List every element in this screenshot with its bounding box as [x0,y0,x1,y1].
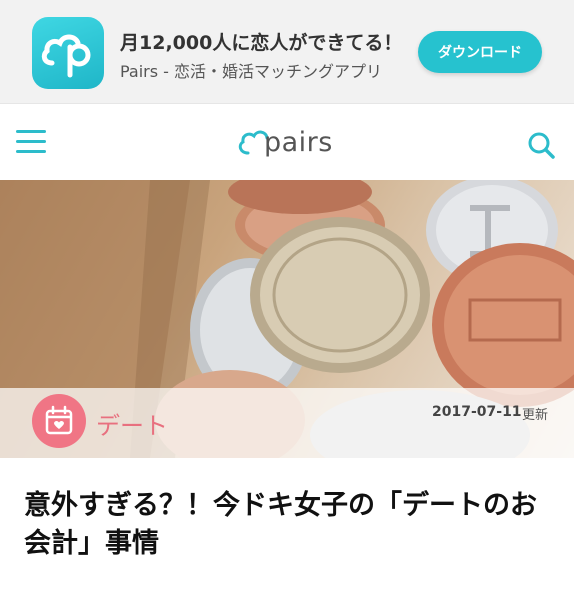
pairs-app-icon[interactable] [32,17,104,89]
download-button[interactable]: ダウンロード [418,31,542,73]
banner-app-name: Pairs - 恋活・婚活マッチングアプリ [120,62,383,81]
category-label[interactable]: デート [96,406,168,441]
site-header: pairs [0,104,574,180]
app-install-banner[interactable]: 月12,000人に恋人ができてる！ Pairs - 恋活・婚活マッチングアプリ … [0,0,574,104]
hamburger-menu-icon[interactable] [16,130,46,154]
hero-meta-overlay [0,388,574,458]
article-title: 意外すぎる？！今ドキ女子の「デートのお会計」事情 [24,490,537,559]
pairs-logo[interactable]: pairs [236,124,333,160]
calendar-heart-icon[interactable] [32,394,86,448]
banner-tagline: 月12,000人に恋人ができてる！ [120,32,403,54]
article-date: 2017-07-11 [432,404,522,420]
search-icon[interactable] [527,131,555,159]
updated-label: 更新 [522,408,549,423]
article-hero-image: デート 2017-07-11 更新 [0,180,574,458]
logo-text: pairs [264,126,333,158]
